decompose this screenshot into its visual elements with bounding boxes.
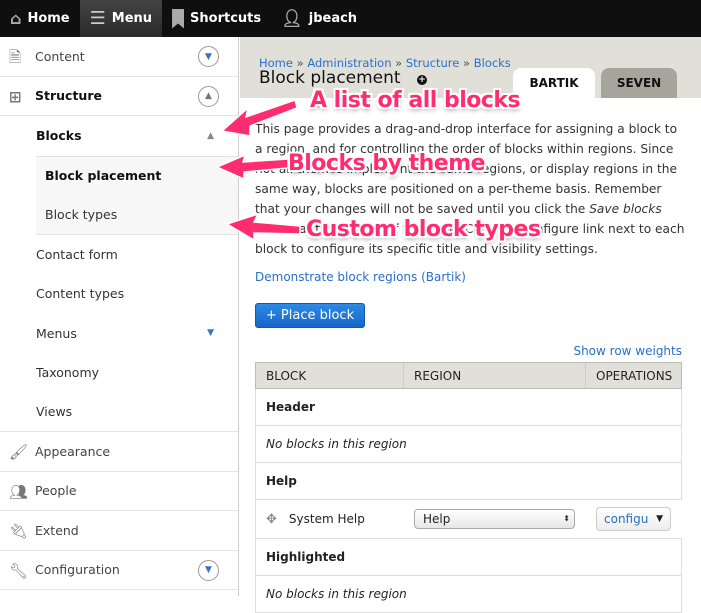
arrow-icon xyxy=(225,212,301,242)
annotation-list-of-all-blocks: A list of all blocks xyxy=(310,88,521,113)
annotation-custom-block-types: Custom block types xyxy=(306,217,541,242)
annotation-blocks-by-theme: Blocks by theme xyxy=(288,151,486,176)
arrow-icon xyxy=(215,153,289,181)
arrow-icon xyxy=(220,99,298,137)
